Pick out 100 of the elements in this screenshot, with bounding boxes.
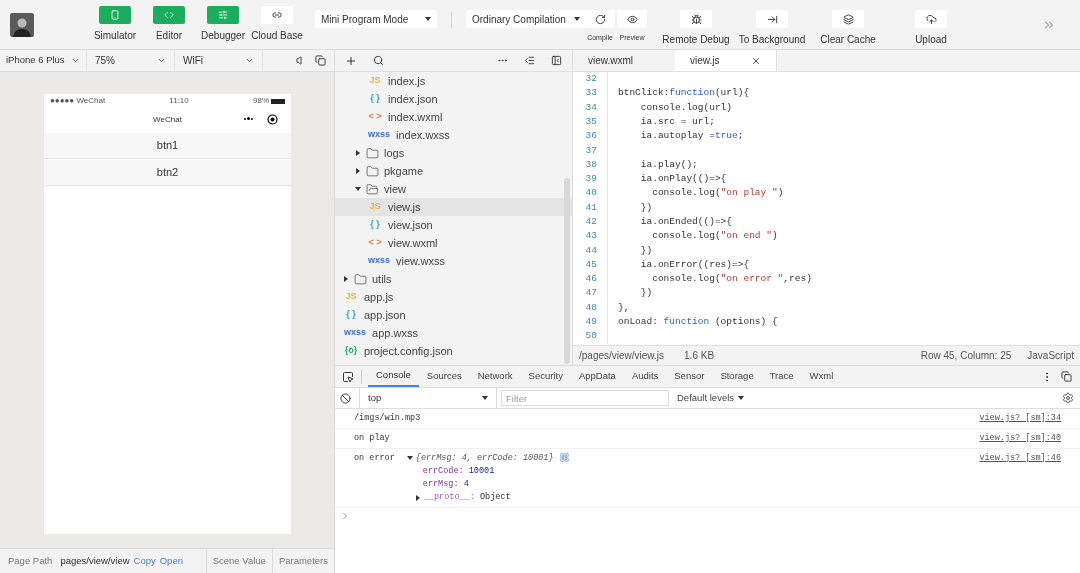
file-item[interactable]: { } view.json bbox=[335, 216, 572, 234]
folder-icon bbox=[366, 146, 379, 160]
line-number: 35 bbox=[584, 114, 598, 129]
file-name: index.js bbox=[388, 73, 426, 89]
object-property[interactable]: __proto__: Object bbox=[423, 491, 511, 505]
page-button[interactable]: btn1 bbox=[44, 133, 291, 159]
devtools-tab[interactable]: Sensor bbox=[666, 366, 713, 387]
file-item[interactable]: wxss app.wxss bbox=[335, 324, 572, 342]
line-number: 36 bbox=[584, 129, 598, 144]
layers-button[interactable]: Clear Cache bbox=[813, 10, 883, 47]
clear-icon[interactable] bbox=[340, 392, 351, 404]
background-button[interactable]: To Background bbox=[737, 10, 807, 47]
mode-toggle[interactable] bbox=[207, 6, 239, 24]
collapse-icon[interactable] bbox=[524, 55, 535, 66]
devtools-tab[interactable]: Trace bbox=[761, 366, 802, 387]
folder-item[interactable]: pkgame bbox=[335, 162, 572, 180]
context-dropdown[interactable]: top bbox=[359, 388, 497, 408]
file-item[interactable]: JS index.js bbox=[335, 72, 572, 90]
source-link[interactable]: view.js? [sm]:46 bbox=[979, 451, 1061, 505]
code-icon bbox=[164, 10, 174, 20]
file-name: app.wxss bbox=[372, 325, 418, 341]
folder-item[interactable]: view bbox=[335, 180, 572, 198]
editor-tab[interactable]: view.js bbox=[675, 50, 777, 71]
file-name: pkgame bbox=[384, 163, 424, 179]
upload-button[interactable]: Upload bbox=[901, 10, 961, 47]
levels-dropdown[interactable]: Default levels bbox=[677, 390, 745, 406]
devtools-tab[interactable]: Storage bbox=[712, 366, 762, 387]
code-line: onLoad: function (options) { bbox=[618, 315, 778, 330]
file-item[interactable]: JS view.js bbox=[335, 198, 572, 216]
panel-tab[interactable]: Parameters bbox=[271, 549, 334, 573]
mode-dropdown[interactable]: Mini Program Mode bbox=[315, 10, 437, 28]
eye-icon bbox=[626, 13, 638, 25]
file-name: view.wxss bbox=[396, 253, 445, 269]
file-type-icon: {o} bbox=[343, 344, 359, 358]
source-link[interactable]: view.js? [sm]:40 bbox=[979, 431, 1061, 445]
inspect-icon[interactable] bbox=[342, 370, 354, 383]
file-item[interactable]: {o} project.config.json bbox=[335, 342, 572, 360]
code-line: }, bbox=[618, 300, 630, 315]
devtools-tab[interactable]: AppData bbox=[570, 366, 624, 387]
devtools-tab[interactable]: Audits bbox=[623, 366, 667, 387]
expand-toggle[interactable] bbox=[406, 454, 413, 461]
search-icon[interactable] bbox=[373, 55, 384, 66]
bug-button[interactable]: Remote Debug bbox=[661, 10, 731, 47]
link[interactable]: Open bbox=[159, 553, 183, 569]
clock-text: 11:10 bbox=[169, 95, 189, 107]
panel-tab[interactable]: Scene Value bbox=[205, 549, 272, 573]
editor-tab[interactable]: view.wxml bbox=[573, 50, 675, 71]
file-item[interactable]: < > index.wxml bbox=[335, 108, 572, 126]
devtools-tab[interactable]: Security bbox=[520, 366, 571, 387]
record-icon[interactable] bbox=[267, 114, 278, 125]
file-item[interactable]: wxss index.wxss bbox=[335, 126, 572, 144]
caret-right-icon bbox=[343, 276, 349, 282]
log-message: /imgs/win.mp3 bbox=[354, 412, 421, 425]
file-item[interactable]: wxss view.wxss bbox=[335, 252, 572, 270]
file-item[interactable]: JS app.js bbox=[335, 288, 572, 306]
file-type-icon: { } bbox=[367, 92, 383, 106]
link[interactable]: Copy bbox=[133, 553, 156, 569]
filter-field[interactable]: Filter bbox=[501, 390, 669, 406]
mode-toggle[interactable] bbox=[261, 6, 293, 24]
dock-icon[interactable] bbox=[1061, 371, 1072, 382]
page-title: WeChat bbox=[153, 114, 182, 126]
line-number: 46 bbox=[584, 272, 598, 287]
settings-icon[interactable] bbox=[1062, 392, 1074, 404]
line-number: 32 bbox=[584, 72, 598, 86]
devtools-tab[interactable]: Console bbox=[368, 366, 419, 387]
file-item[interactable]: < > view.wxml bbox=[335, 234, 572, 252]
scrollbar[interactable] bbox=[564, 178, 570, 364]
devtools-tab[interactable]: Sources bbox=[418, 366, 470, 387]
avatar[interactable] bbox=[10, 12, 34, 37]
mode-toggle[interactable] bbox=[153, 6, 185, 24]
language-label: JavaScript bbox=[1027, 349, 1074, 363]
devtools-tab[interactable]: Wxml bbox=[801, 366, 842, 387]
file-item[interactable]: { } app.json bbox=[335, 306, 572, 324]
file-size: 1.6 KB bbox=[684, 349, 715, 363]
device-dropdown[interactable]: iPhone 6 Plus bbox=[0, 50, 87, 71]
code-line: ia.src = url; bbox=[639, 114, 715, 129]
window-icon[interactable] bbox=[315, 55, 326, 66]
zoom-dropdown[interactable]: 75% bbox=[87, 50, 175, 71]
mode-toggle[interactable] bbox=[99, 6, 131, 24]
page-button[interactable]: btn2 bbox=[44, 160, 291, 186]
source-link[interactable]: view.js? [sm]:34 bbox=[979, 412, 1061, 425]
folder-item[interactable]: logs bbox=[335, 144, 572, 162]
panel-icon[interactable] bbox=[551, 55, 562, 66]
mode-label: Debugger bbox=[201, 29, 245, 43]
network-dropdown[interactable]: WiFi bbox=[175, 50, 263, 71]
file-item[interactable]: { } index.json bbox=[335, 90, 572, 108]
devtools-tab[interactable]: Network bbox=[469, 366, 521, 387]
file-type-icon: { } bbox=[367, 218, 383, 232]
compile-dropdown[interactable]: Ordinary Compilation bbox=[466, 10, 586, 28]
page-path-label: Page Path bbox=[8, 553, 53, 568]
file-type-icon: < > bbox=[367, 236, 383, 250]
caret-down-icon bbox=[482, 395, 488, 401]
page-path: pages/view/view bbox=[60, 553, 130, 568]
folder-item[interactable]: utils bbox=[335, 270, 572, 288]
line-number: 40 bbox=[584, 186, 598, 201]
code-line: btnClick:function(url){ bbox=[618, 86, 750, 101]
add-icon[interactable] bbox=[345, 54, 357, 67]
file-type-icon: { } bbox=[343, 308, 359, 322]
log-message: on play bbox=[354, 431, 390, 445]
sliders-icon bbox=[218, 10, 228, 20]
